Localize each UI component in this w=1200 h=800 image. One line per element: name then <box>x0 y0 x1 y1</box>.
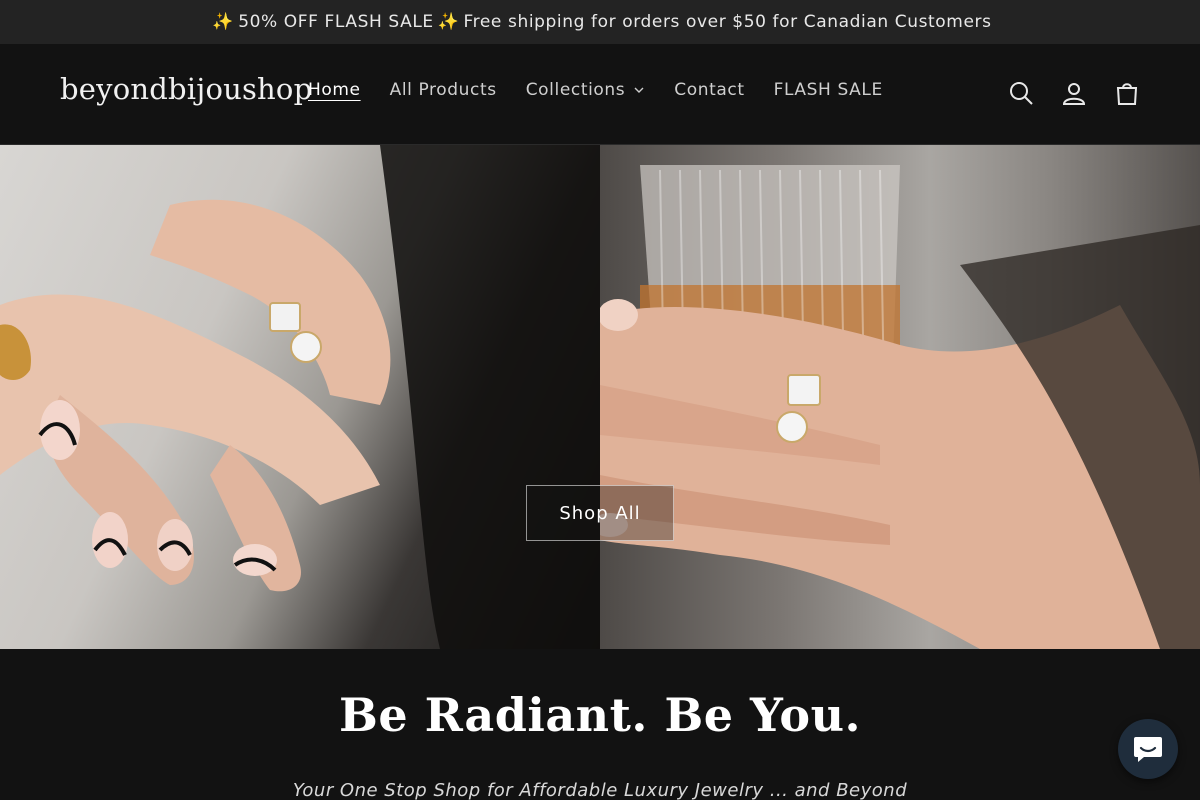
hero-banner: Shop All <box>0 145 1200 649</box>
main-nav: Home All Products Collections Contact FL… <box>308 80 912 100</box>
glass-hand-image <box>600 165 1200 649</box>
nav-all-products[interactable]: All Products <box>390 80 497 100</box>
nav-home[interactable]: Home <box>308 80 361 100</box>
nav-flash-sale[interactable]: FLASH SALE <box>774 80 883 100</box>
sparkle-icon: ✨ <box>212 12 235 32</box>
search-icon[interactable] <box>1006 78 1036 108</box>
chevron-down-icon <box>634 87 644 93</box>
shop-all-button[interactable]: Shop All <box>526 485 674 541</box>
hero-image-left <box>0 145 600 649</box>
intro-title: Be Radiant. Be You. <box>338 688 862 742</box>
cart-icon[interactable] <box>1112 78 1142 108</box>
hands-ring-image <box>0 145 600 649</box>
chat-button[interactable] <box>1118 719 1178 779</box>
chat-icon <box>1134 737 1162 762</box>
intro-subtitle: Your One Stop Shop for Affordable Luxury… <box>292 780 908 800</box>
site-header: beyondbijoushop Home All Products Collec… <box>0 44 1200 145</box>
account-icon[interactable] <box>1059 78 1089 108</box>
nav-collections[interactable]: Collections <box>526 80 646 100</box>
announcement-text-b: Free shipping for orders over $50 for Ca… <box>463 12 992 32</box>
sparkle-icon-2: ✨ <box>437 12 460 32</box>
nav-collections-label: Collections <box>525 80 626 100</box>
header-icons <box>983 78 1142 108</box>
announcement-bar: ✨ 50% OFF FLASH SALE ✨ Free shipping for… <box>0 0 1200 44</box>
site-logo[interactable]: beyondbijoushop <box>60 72 312 106</box>
announcement-text-a: 50% OFF FLASH SALE <box>238 12 434 32</box>
nav-contact[interactable]: Contact <box>674 80 744 100</box>
hero-image-right <box>600 145 1200 649</box>
